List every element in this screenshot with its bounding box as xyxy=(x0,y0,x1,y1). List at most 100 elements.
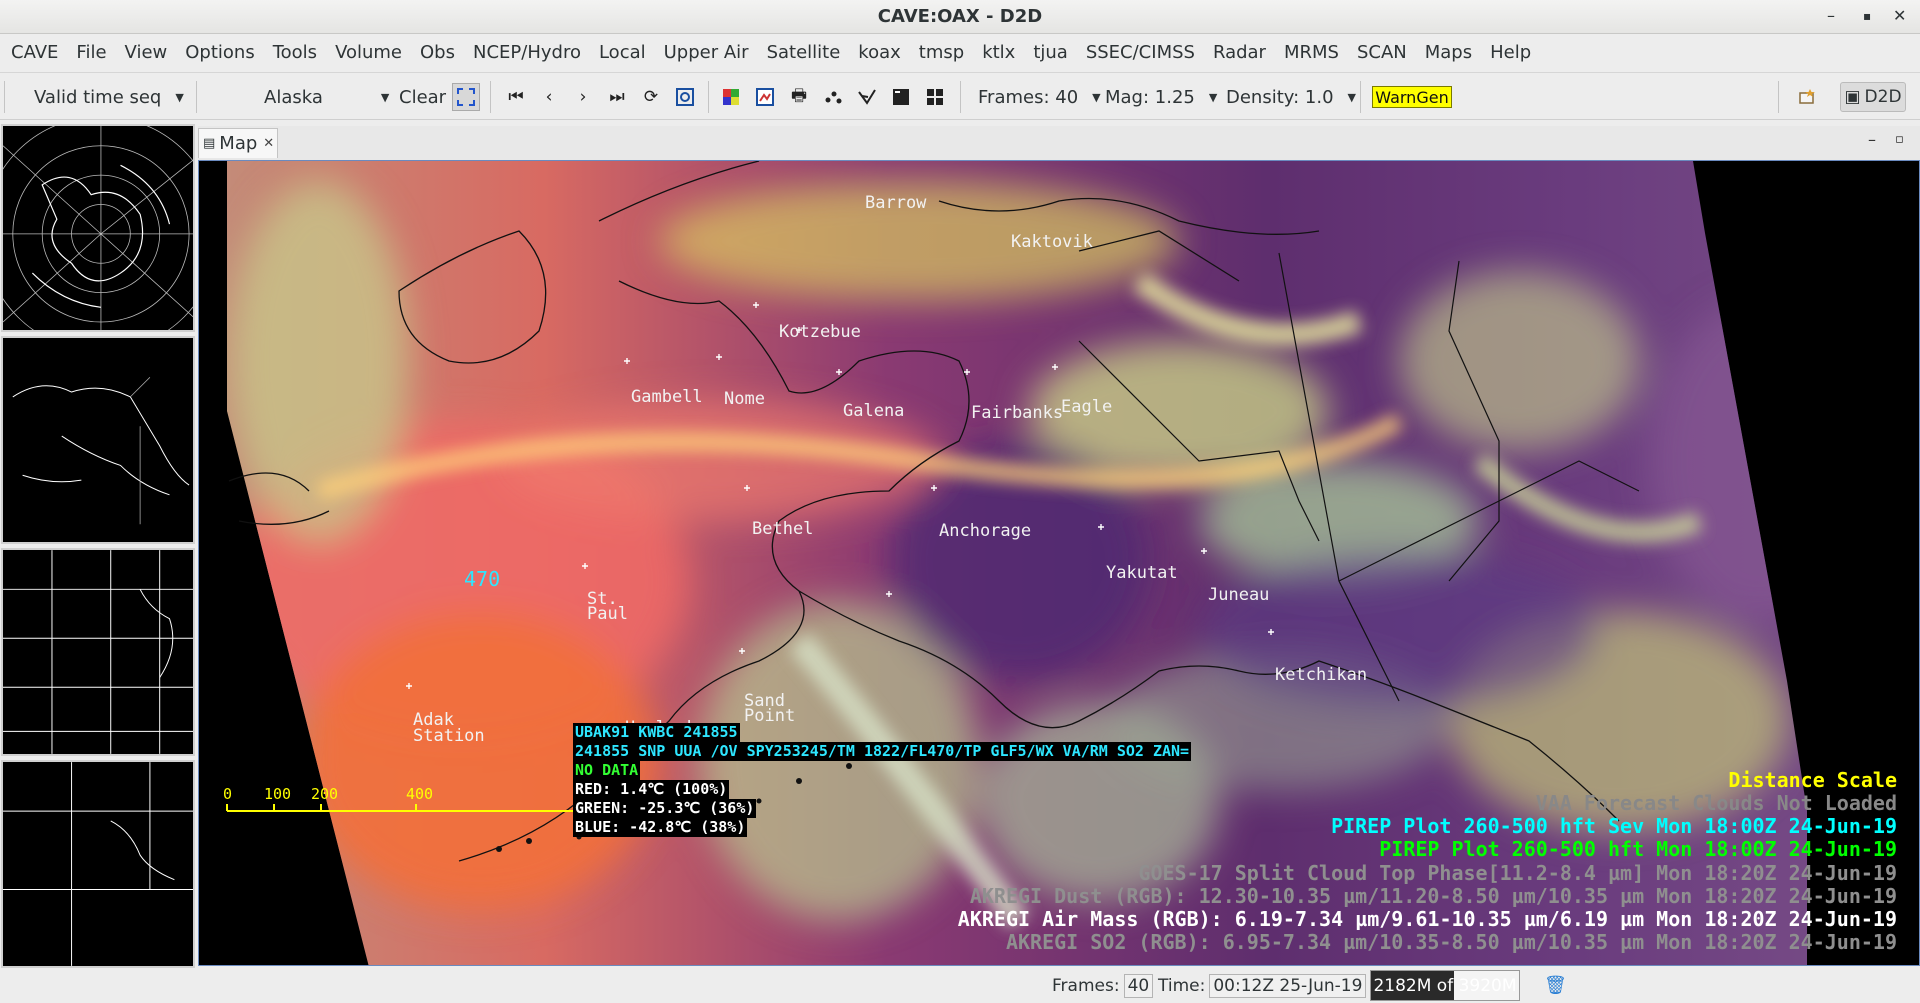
single-panel-icon[interactable] xyxy=(890,86,912,108)
d2d-icon: ▣ xyxy=(1844,87,1861,107)
four-panel-icon[interactable] xyxy=(924,86,946,108)
alaska-map-thumbnail xyxy=(12,377,190,525)
legend-pirep[interactable]: PIREP Plot 260-500 hft Mon 18:00Z 24-Jun… xyxy=(1379,837,1897,861)
menu-options[interactable]: Options xyxy=(176,42,263,63)
maximize-view-icon[interactable]: ▫ xyxy=(1895,132,1904,147)
menu-obs[interactable]: Obs xyxy=(411,42,464,63)
legend-distance-scale[interactable]: Distance Scale xyxy=(1728,768,1897,792)
menu-ktlx[interactable]: ktlx xyxy=(973,42,1024,63)
mag-dropdown[interactable]: Mag: 1.25 ▼ xyxy=(1105,73,1217,121)
legend-akregi-air-mass[interactable]: AKREGI Air Mass (RGB): 6.19-7.34 µm/9.61… xyxy=(958,907,1897,931)
menu-volume[interactable]: Volume xyxy=(326,42,411,63)
time-mode-dropdown[interactable]: Valid time seq ▼ xyxy=(34,73,184,121)
scale-label-100: 100 xyxy=(264,785,291,803)
image-properties-icon[interactable] xyxy=(720,86,742,108)
legend-akregi-so2[interactable]: AKREGI SO2 (RGB): 6.95-7.34 µm/10.35-8.5… xyxy=(1006,930,1897,954)
scale-label-400: 400 xyxy=(406,785,433,803)
open-perspective-icon[interactable] xyxy=(1796,86,1818,108)
menu-radar[interactable]: Radar xyxy=(1204,42,1275,63)
frames-label: Frames: 40 xyxy=(978,86,1079,108)
legend-akregi-dust[interactable]: AKREGI Dust (RGB): 12.30-10.35 µm/11.20-… xyxy=(970,884,1897,908)
menu-upper-air[interactable]: Upper Air xyxy=(655,42,758,63)
trash-icon[interactable]: 🗑 xyxy=(1544,968,1567,1003)
toolbar-separator xyxy=(490,81,491,113)
frames-dropdown[interactable]: Frames: 40 ▼ xyxy=(978,73,1101,121)
status-frames-value: 40 xyxy=(1123,973,1154,998)
menu-ncep-hydro[interactable]: NCEP/Hydro xyxy=(464,42,590,63)
side-pane-central-us[interactable] xyxy=(1,548,195,756)
legend-text: PIREP Plot 260-500 hft Sev Mon 18:00Z 24… xyxy=(1331,814,1897,838)
city-eagle: Eagle xyxy=(1061,397,1112,417)
density-dropdown[interactable]: Density: 1.0 ▼ xyxy=(1226,73,1356,121)
menu-maps[interactable]: Maps xyxy=(1416,42,1481,63)
legend-goes17-phase[interactable]: GOES-17 Split Cloud Top Phase[11.2-8.4 µ… xyxy=(1138,861,1897,885)
sample-green: GREEN: -25.3℃ (36%) xyxy=(573,799,757,818)
loop-properties-icon[interactable] xyxy=(674,86,696,108)
menu-tools[interactable]: Tools xyxy=(264,42,326,63)
legend-text: AKREGI SO2 (RGB): 6.95-7.34 µm/10.35-8.5… xyxy=(1005,930,1897,954)
tab-map[interactable]: ▤ Map ✕ xyxy=(198,128,278,158)
menu-ssec-cimss[interactable]: SSEC/CIMSS xyxy=(1077,42,1204,63)
map-display[interactable]: Barrow Kaktovik Kotzebue Gambell Nome Ga… xyxy=(198,160,1920,966)
sample-blue: BLUE: -42.8℃ (38%) xyxy=(573,818,748,837)
side-pane-alaska[interactable] xyxy=(1,336,195,544)
side-pane-local[interactable] xyxy=(1,760,195,968)
clear-button[interactable]: Clear xyxy=(399,73,446,121)
map-tab-icon: ▤ xyxy=(203,136,216,151)
warngen-button[interactable]: WarnGen xyxy=(1372,86,1452,108)
first-frame-icon[interactable]: ⏮ xyxy=(505,86,527,108)
next-frame-icon[interactable]: › xyxy=(572,86,594,108)
editor-tab-bar: ▤ Map ✕ – ▫ xyxy=(198,126,1920,160)
d2d-label: D2D xyxy=(1864,87,1902,107)
d2d-perspective-button[interactable]: ▣ D2D xyxy=(1840,82,1906,112)
city-kotzebue: Kotzebue xyxy=(779,322,861,342)
points-icon[interactable] xyxy=(822,86,844,108)
loop-icon[interactable]: ⟳ xyxy=(640,86,662,108)
menu-koax[interactable]: koax xyxy=(849,42,909,63)
city-anchorage: Anchorage xyxy=(939,521,1031,541)
menu-local[interactable]: Local xyxy=(590,42,655,63)
close-icon[interactable]: ✕ xyxy=(1893,6,1906,25)
minimize-icon[interactable]: – xyxy=(1827,6,1835,25)
menu-file[interactable]: File xyxy=(67,42,115,63)
menu-tjua[interactable]: tjua xyxy=(1024,42,1077,63)
city-yakutat: Yakutat xyxy=(1106,563,1178,583)
last-frame-icon[interactable]: ⏭ xyxy=(606,86,628,108)
baseline-tool-icon[interactable] xyxy=(856,86,878,108)
time-mode-label: Valid time seq xyxy=(34,86,162,108)
menu-view[interactable]: View xyxy=(116,42,177,63)
chevron-down-icon: ▼ xyxy=(1208,90,1218,104)
legend-vaa-forecast[interactable]: VAA Forecast Clouds Not Loaded xyxy=(1536,791,1897,815)
city-kaktovik: Kaktovik xyxy=(1011,232,1093,252)
area-dropdown[interactable]: Alaska ▼ xyxy=(264,73,389,121)
print-icon[interactable]: 🖶 xyxy=(788,86,810,108)
legend-text: Distance Scale xyxy=(1728,768,1897,792)
menu-mrms[interactable]: MRMS xyxy=(1275,42,1348,63)
zoom-extent-icon[interactable] xyxy=(452,83,480,111)
local-map-thumbnail xyxy=(3,762,193,966)
legend-text: AKREGI Dust (RGB): 12.30-10.35 µm/11.20-… xyxy=(969,884,1897,908)
side-pane-northern-hemisphere[interactable] xyxy=(1,124,195,332)
menu-scan[interactable]: SCAN xyxy=(1348,42,1416,63)
chevron-down-icon: ▼ xyxy=(380,90,390,104)
menu-tmsp[interactable]: tmsp xyxy=(910,42,973,63)
pirep-level-label: 470 xyxy=(464,567,500,591)
maximize-icon[interactable]: ▪ xyxy=(1863,9,1871,23)
legend-text: GOES-17 Split Cloud Top Phase[11.2-8.4 µ… xyxy=(1138,861,1897,885)
image-combination-icon[interactable] xyxy=(754,86,776,108)
scale-label-200: 200 xyxy=(311,785,338,803)
minimize-view-icon[interactable]: – xyxy=(1868,130,1876,149)
legend-pirep-sev[interactable]: PIREP Plot 260-500 hft Sev Mon 18:00Z 24… xyxy=(1331,814,1897,838)
status-frames-label: Frames: xyxy=(1052,975,1120,996)
city-nome: Nome xyxy=(724,389,765,409)
menu-cave[interactable]: CAVE xyxy=(2,42,67,63)
menu-help[interactable]: Help xyxy=(1481,42,1540,63)
legend-text: AKREGI Air Mass (RGB): 6.19-7.34 µm/9.61… xyxy=(957,907,1897,931)
pirep-header: UBAK91 KWBC 241855 xyxy=(573,723,740,742)
close-tab-icon[interactable]: ✕ xyxy=(263,136,274,151)
previous-frame-icon[interactable]: ‹ xyxy=(538,86,560,108)
memory-usage-bar[interactable]: 2182M of 3920M xyxy=(1370,970,1520,1001)
clear-label: Clear xyxy=(399,86,447,108)
sample-nodata: NO DATA xyxy=(573,761,641,780)
menu-satellite[interactable]: Satellite xyxy=(758,42,850,63)
